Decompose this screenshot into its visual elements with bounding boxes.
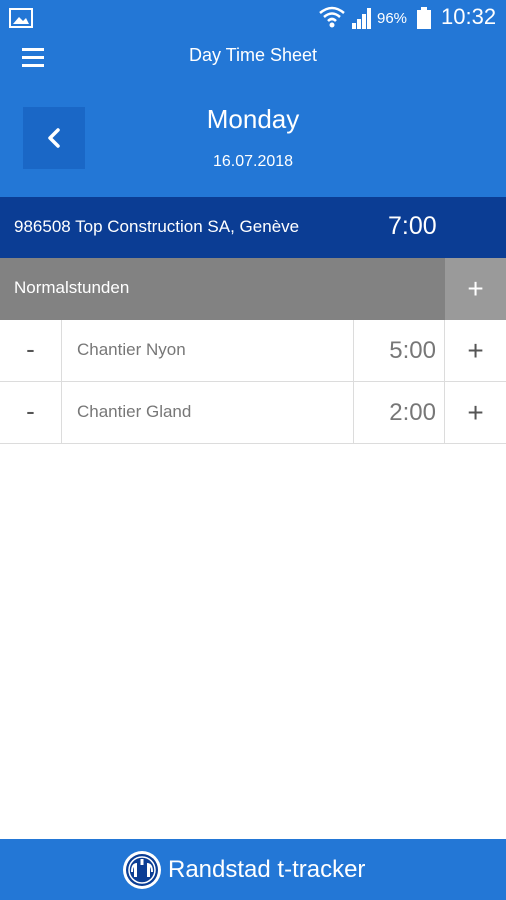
status-clock: 10:32 — [441, 4, 497, 29]
category-header: Normalstunden + — [0, 258, 506, 320]
screen: 96% 10:32 Day Time Sheet Monday 16.07.20… — [0, 0, 506, 900]
battery-icon — [417, 7, 431, 29]
battery-percent: 96% — [377, 10, 408, 27]
page-title: Day Time Sheet — [188, 45, 318, 65]
signal-icon — [352, 8, 371, 29]
add-category-entry-button[interactable]: + — [445, 258, 506, 320]
day-date: 16.07.2018 — [212, 153, 294, 170]
category-label: Normalstunden — [14, 278, 130, 297]
wifi-icon — [319, 6, 345, 28]
day-name: Monday — [206, 104, 300, 134]
header: Day Time Sheet Monday 16.07.2018 — [0, 36, 506, 197]
gallery-icon — [9, 8, 33, 28]
entry-hours[interactable]: 5:00 — [353, 320, 445, 381]
footer: Randstad t-tracker — [0, 839, 506, 900]
status-bar: 96% 10:32 — [0, 0, 506, 36]
increase-hours-button[interactable]: + — [445, 320, 506, 381]
entry-row: - Chantier Gland 2:00 + — [0, 382, 506, 444]
entry-hours[interactable]: 2:00 — [353, 382, 445, 443]
entry-row: - Chantier Nyon 5:00 + — [0, 320, 506, 382]
app-brand-name: Randstad t-tracker — [168, 856, 366, 883]
entry-name: Chantier Gland — [77, 402, 192, 421]
decrease-hours-button[interactable]: - — [0, 320, 62, 381]
project-bar[interactable]: 986508 Top Construction SA, Genève 7:00 — [0, 197, 506, 258]
increase-hours-button[interactable]: + — [445, 382, 506, 443]
project-name: 986508 Top Construction SA, Genève — [14, 217, 300, 236]
entry-name: Chantier Nyon — [77, 340, 186, 359]
decrease-hours-button[interactable]: - — [0, 382, 62, 443]
project-total-hours: 7:00 — [388, 212, 437, 240]
randstad-logo-icon — [123, 851, 161, 889]
